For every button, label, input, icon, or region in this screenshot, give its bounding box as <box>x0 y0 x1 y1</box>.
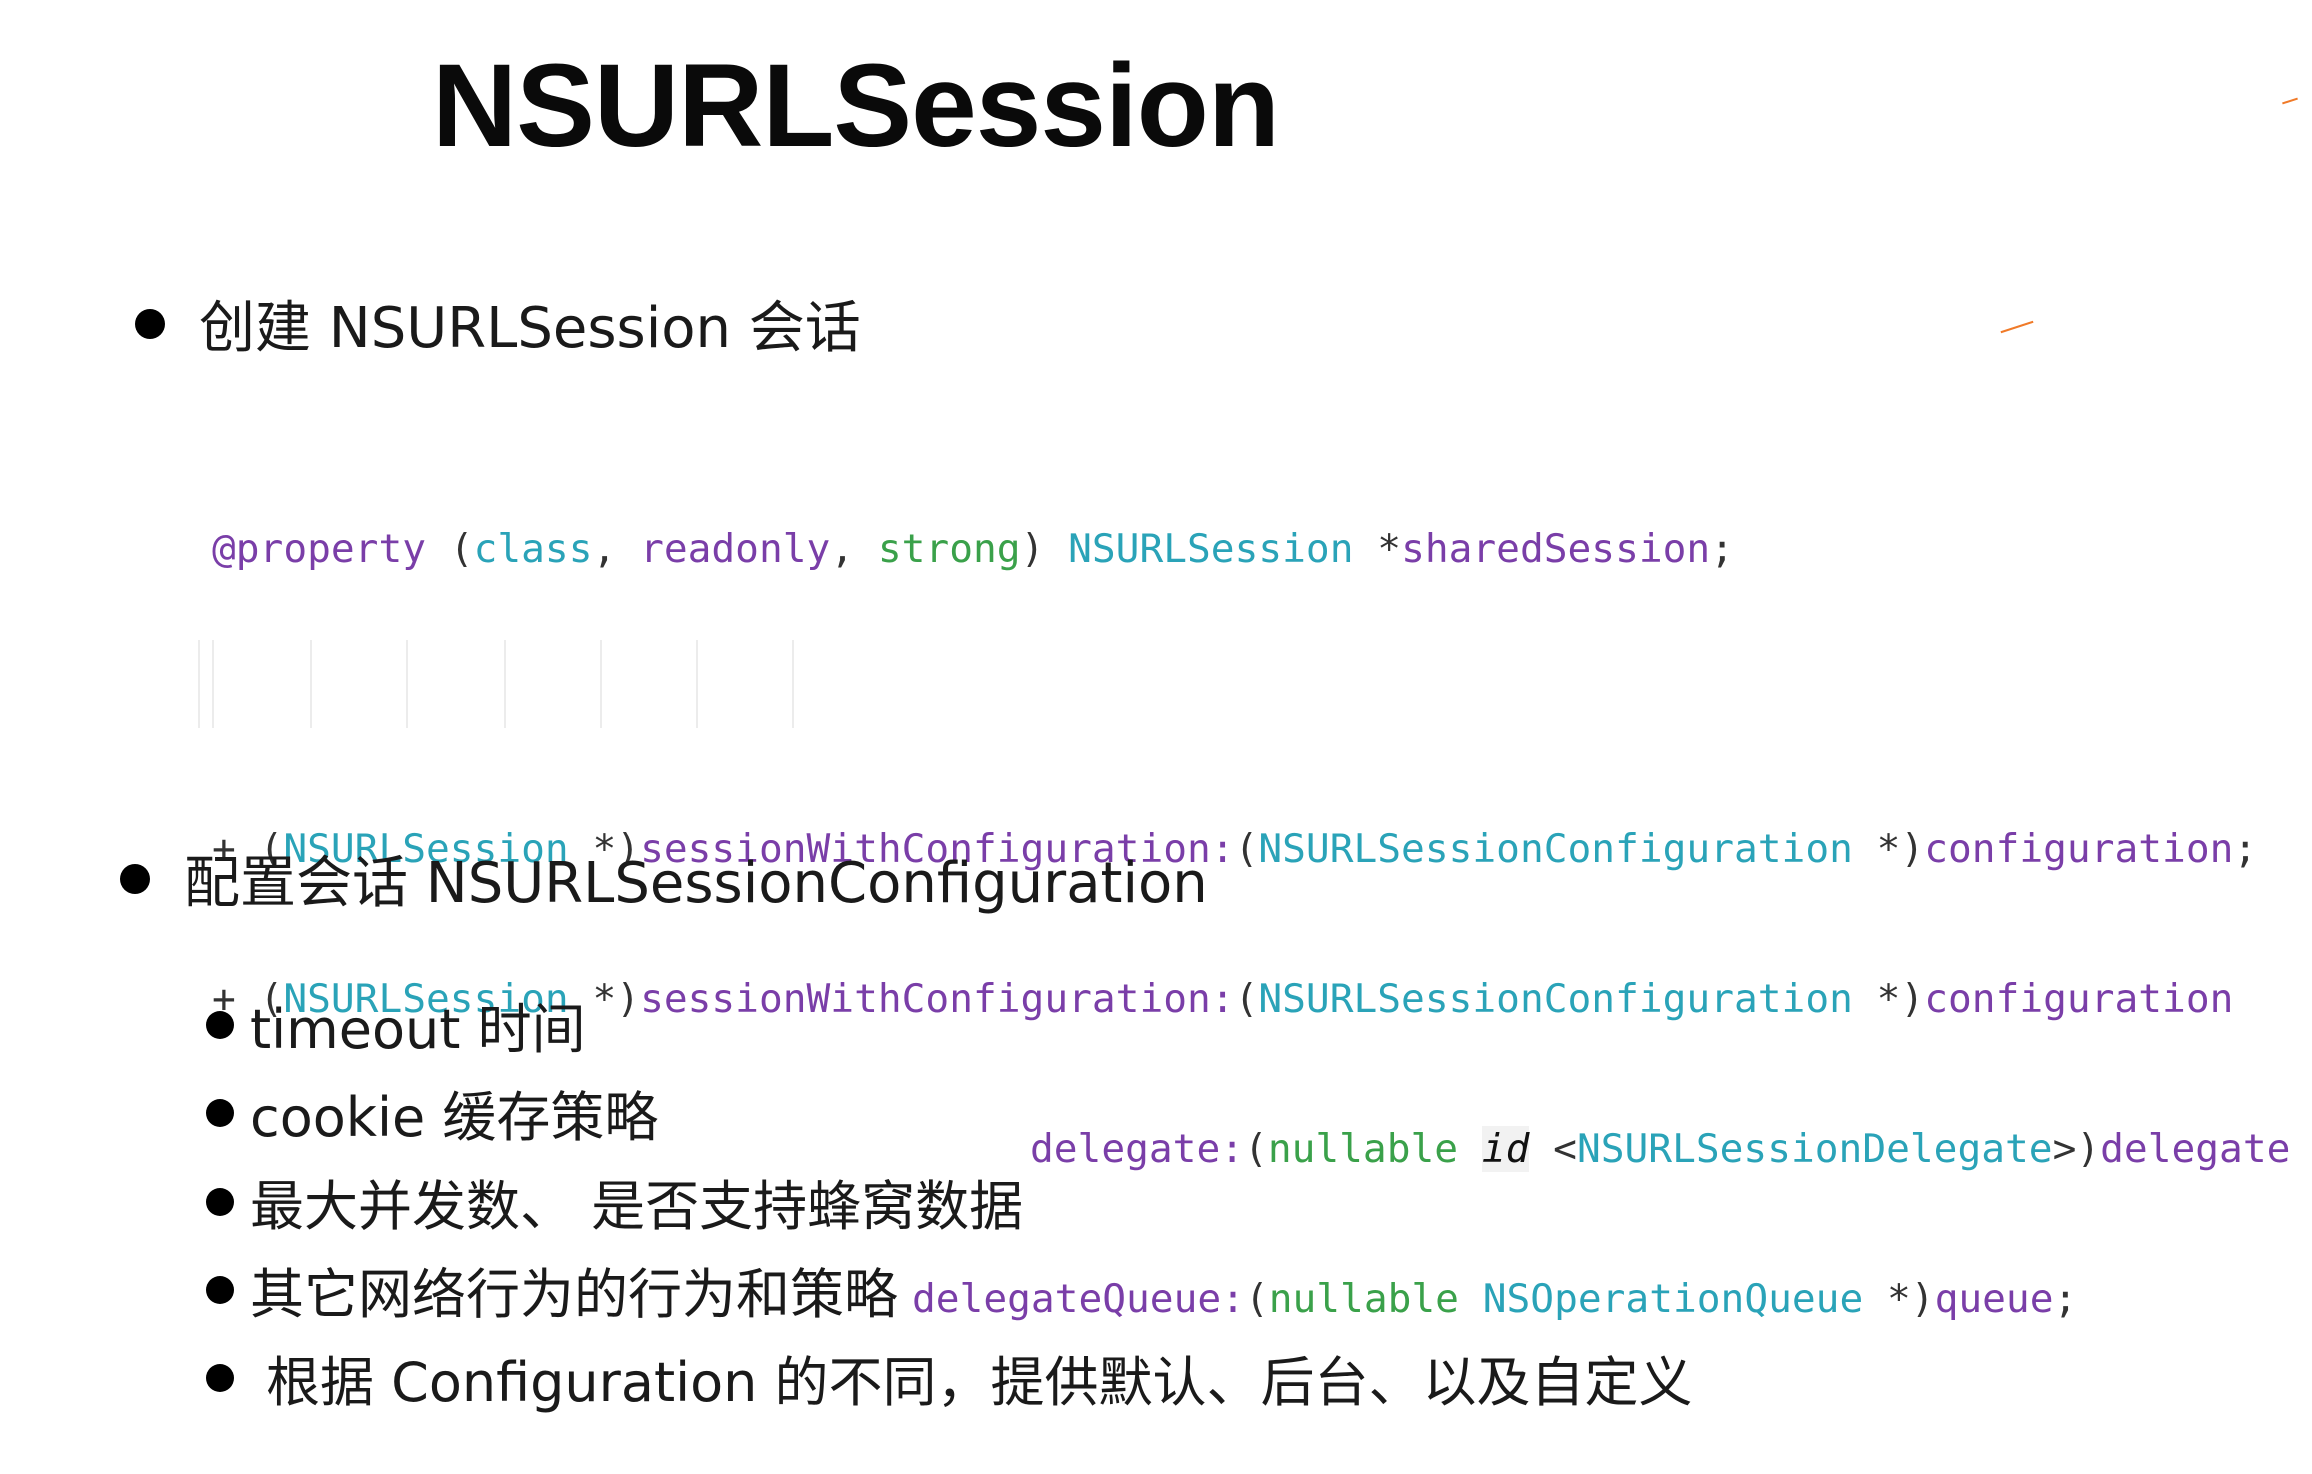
indent-guide <box>792 640 794 728</box>
code-token: @property <box>212 526 427 572</box>
code-token: ( <box>1244 1126 1268 1172</box>
code-token: ; <box>2233 826 2258 872</box>
indent-guide <box>600 640 602 728</box>
code-token: delegate <box>2100 1126 2291 1172</box>
code-token: * <box>1353 526 1402 572</box>
code-token: ( <box>426 526 474 572</box>
code-token: ; <box>1710 526 1734 572</box>
bullet-config-session: 配置会话 NSURLSessionConfiguration <box>120 838 1208 919</box>
code-line-shared-session: @property (class, readonly, strong) NSUR… <box>212 524 2290 574</box>
code-token: NSURLSession <box>1068 526 1354 572</box>
code-token: id <box>1481 1126 1530 1172</box>
code-token: sharedSession <box>1401 526 1711 572</box>
bullet-label: 创建 NSURLSession 会话 <box>199 296 861 361</box>
indent-guide <box>504 640 506 728</box>
slide-title: NSURLSession <box>432 40 1280 172</box>
sub-bullet-label: 根据 Configuration 的不同，提供默认、后台、以及自定义 <box>266 1351 1693 1414</box>
code-token: *) <box>1863 1276 1935 1322</box>
indent-guide <box>696 640 698 728</box>
indent-guide <box>212 640 214 728</box>
code-token: configuration <box>1924 826 2234 872</box>
sub-bullet-label: 最大并发数、 是否支持蜂窝数据 <box>250 1175 1024 1238</box>
sub-bullet-network-behavior: 其它网络行为的行为和策略 <box>206 1250 898 1329</box>
bullet-dot-icon <box>206 1363 234 1392</box>
code-token: strong <box>877 526 1021 572</box>
annotation-stroke <box>2000 320 2034 334</box>
sub-bullet-cookie: cookie 缓存策略 <box>206 1073 658 1152</box>
code-token: NSURLSessionConfiguration <box>1258 976 1853 1022</box>
sub-bullet-timeout: timeout 时间 <box>206 985 586 1064</box>
bullet-create-session: 创建 NSURLSession 会话 <box>135 283 861 364</box>
code-token: nullable <box>1268 1276 1483 1322</box>
code-token: >) <box>2052 1126 2101 1172</box>
code-token: readonly <box>640 526 831 572</box>
bullet-dot-icon <box>206 1098 234 1127</box>
code-token: , <box>592 526 641 572</box>
indent-guide <box>406 640 408 728</box>
sub-bullet-label: timeout 时间 <box>250 998 586 1061</box>
code-token: , <box>830 526 878 572</box>
code-token: ( <box>1234 976 1259 1022</box>
sub-bullet-configuration-types: 根据 Configuration 的不同，提供默认、后台、以及自定义 <box>206 1338 1693 1417</box>
code-token: NSOperationQueue <box>1482 1276 1864 1322</box>
code-token: ) <box>1020 526 1069 572</box>
sub-bullet-label: 其它网络行为的行为和策略 <box>250 1263 898 1326</box>
code-token: delegate: <box>1030 1126 1245 1172</box>
code-token: queue <box>1934 1276 2054 1322</box>
indent-guide <box>198 640 200 728</box>
bullet-dot-icon <box>135 308 165 339</box>
code-token: *) <box>1852 826 1925 872</box>
bullet-dot-icon <box>120 863 150 894</box>
code-token: configuration <box>1924 976 2234 1022</box>
code-token: delegateQueue: <box>912 1276 1245 1322</box>
code-token: NSURLSessionDelegate <box>1576 1126 2053 1172</box>
code-token: NSURLSessionConfiguration <box>1258 826 1853 872</box>
bullet-dot-icon <box>206 1275 234 1304</box>
bullet-label: 配置会话 NSURLSessionConfiguration <box>184 851 1208 916</box>
code-token: ; <box>2053 1276 2078 1322</box>
sub-bullet-label: cookie 缓存策略 <box>250 1086 659 1149</box>
sub-bullet-concurrency: 最大并发数、 是否支持蜂窝数据 <box>206 1162 1023 1241</box>
code-token: *) <box>1852 976 1925 1022</box>
indent-guide <box>310 640 312 728</box>
code-token: sessionWithConfiguration: <box>640 976 1235 1022</box>
code-token: < <box>1529 1126 1577 1172</box>
bullet-dot-icon <box>206 1010 234 1039</box>
bullet-dot-icon <box>206 1187 234 1216</box>
code-token: class <box>473 526 593 572</box>
annotation-stroke <box>2282 97 2298 105</box>
code-token: ( <box>1234 826 1259 872</box>
code-token: nullable <box>1267 1126 1482 1172</box>
code-token: ( <box>1244 1276 1269 1322</box>
